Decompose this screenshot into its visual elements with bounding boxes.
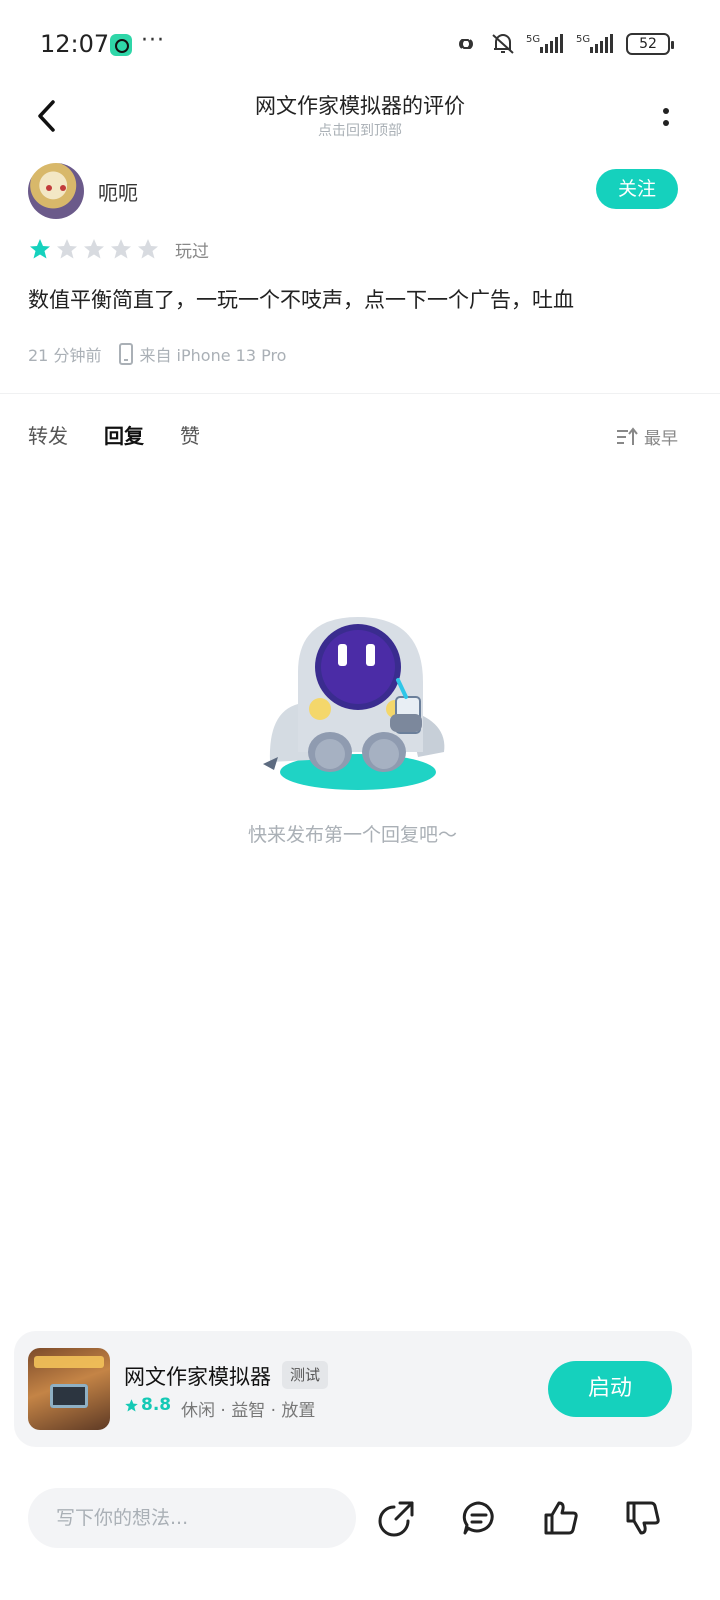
played-label: 玩过	[175, 241, 209, 262]
like-button[interactable]	[539, 1496, 583, 1540]
empty-state-text: 快来发布第一个回复吧～	[247, 824, 457, 846]
game-score: 8.8	[124, 1395, 171, 1415]
phone-icon	[119, 343, 134, 365]
svg-text:5G: 5G	[526, 34, 540, 45]
star-filled-icon	[30, 239, 50, 259]
page-header: 网文作家模拟器的评价 点击回到顶部	[0, 90, 720, 150]
rating-stars: 玩过	[28, 236, 209, 262]
sort-button[interactable]: 最早	[616, 424, 678, 449]
page-title[interactable]: 网文作家模拟器的评价	[0, 90, 720, 120]
link-icon	[459, 39, 473, 49]
star-empty-icon	[57, 239, 77, 259]
launch-button[interactable]: 启动	[548, 1361, 672, 1417]
comment-button[interactable]	[457, 1496, 501, 1540]
battery-indicator: 52	[626, 33, 674, 55]
sort-icon	[617, 426, 638, 445]
more-vertical-icon	[663, 108, 669, 114]
reply-tabs: 转发 回复 赞	[28, 420, 200, 453]
game-genres: 休闲 · 益智 · 放置	[181, 1401, 316, 1421]
status-bar: 12:07 ··· 5G 5G 52	[0, 0, 720, 90]
share-button[interactable]	[375, 1496, 419, 1540]
svg-text:5G: 5G	[576, 34, 590, 45]
avatar[interactable]	[28, 163, 84, 219]
game-icon[interactable]	[28, 1348, 110, 1430]
status-time: 12:07	[40, 30, 110, 58]
author-name[interactable]: 呃呃	[98, 177, 138, 206]
status-overflow: ···	[141, 28, 165, 53]
review-device: 来自 iPhone 13 Pro	[139, 346, 287, 365]
review-meta: 21 分钟前 来自 iPhone 13 Pro	[28, 342, 286, 366]
game-name[interactable]: 网文作家模拟器	[124, 1361, 271, 1391]
star-empty-icon	[138, 239, 158, 259]
more-dot	[663, 120, 669, 126]
mute-bell-icon	[492, 34, 514, 54]
status-indicators: 5G 5G 52	[452, 32, 674, 56]
thumb-down-icon	[626, 1501, 660, 1535]
tab-2[interactable]: 赞	[180, 420, 200, 449]
sort-label: 最早	[644, 429, 678, 449]
thumb-up-icon	[544, 1501, 578, 1535]
robot-mascot-illustration	[263, 617, 445, 790]
review-time: 21 分钟前	[28, 346, 102, 365]
more-button[interactable]	[656, 102, 676, 132]
review-text: 数值平衡简直了，一玩一个不吱声，点一下一个广告，吐血	[28, 288, 574, 312]
star-icon	[125, 1398, 138, 1411]
tab-0[interactable]: 转发	[28, 420, 68, 449]
follow-button[interactable]: 关注	[596, 169, 678, 209]
share-icon	[378, 1501, 414, 1537]
comment-input[interactable]	[28, 1488, 356, 1548]
signal-5g-icon-2: 5G	[576, 34, 613, 53]
tab-1[interactable]: 回复	[104, 420, 144, 453]
review-author: 呃呃 关注	[28, 163, 692, 219]
dislike-button[interactable]	[621, 1496, 665, 1540]
signal-5g-icon: 5G	[526, 34, 563, 53]
game-tag: 测试	[282, 1361, 329, 1389]
game-score-value: 8.8	[141, 1395, 172, 1415]
star-empty-icon	[84, 239, 104, 259]
game-card[interactable]: 网文作家模拟器 测试 8.8 休闲 · 益智 · 放置 启动	[14, 1331, 692, 1447]
star-empty-icon	[111, 239, 131, 259]
divider	[0, 393, 720, 394]
comment-icon	[462, 1501, 494, 1535]
scroll-to-top-hint[interactable]: 点击回到顶部	[0, 120, 720, 140]
app-notification-icon	[110, 34, 132, 56]
